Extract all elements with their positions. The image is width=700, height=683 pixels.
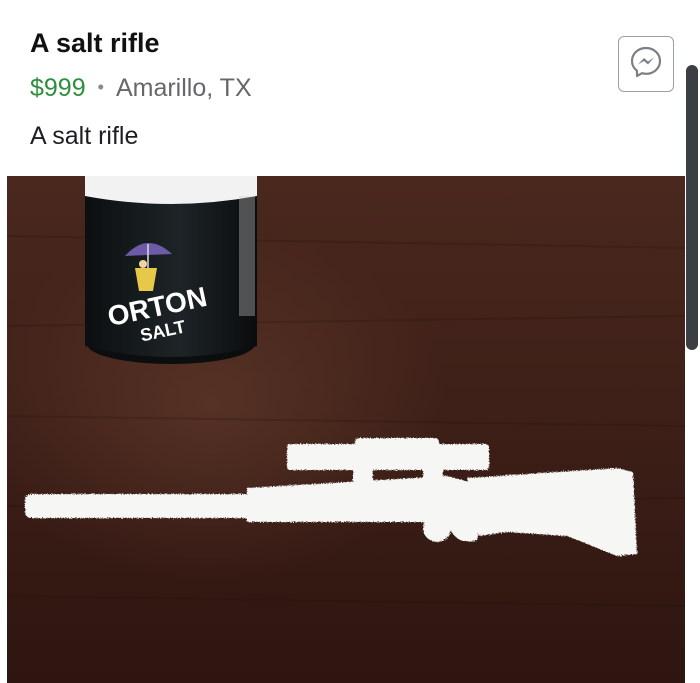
salt-canister: ORTON SALT bbox=[85, 176, 257, 364]
listing-location[interactable]: Amarillo, TX bbox=[116, 74, 252, 103]
listing-description: A salt rifle bbox=[30, 122, 139, 150]
listing-photo[interactable]: ORTON SALT bbox=[7, 176, 685, 683]
messenger-icon bbox=[629, 45, 663, 84]
listing-price: $999 bbox=[30, 73, 86, 102]
scrollbar-thumb[interactable] bbox=[686, 65, 698, 350]
message-seller-button[interactable] bbox=[618, 36, 674, 92]
listing-title: A salt rifle bbox=[30, 28, 160, 58]
meta-separator: • bbox=[97, 76, 104, 97]
listing-meta: $999 • Amarillo, TX bbox=[30, 70, 252, 106]
listing-header: A salt rifle $999 • Amarillo, TX A salt … bbox=[0, 0, 700, 176]
